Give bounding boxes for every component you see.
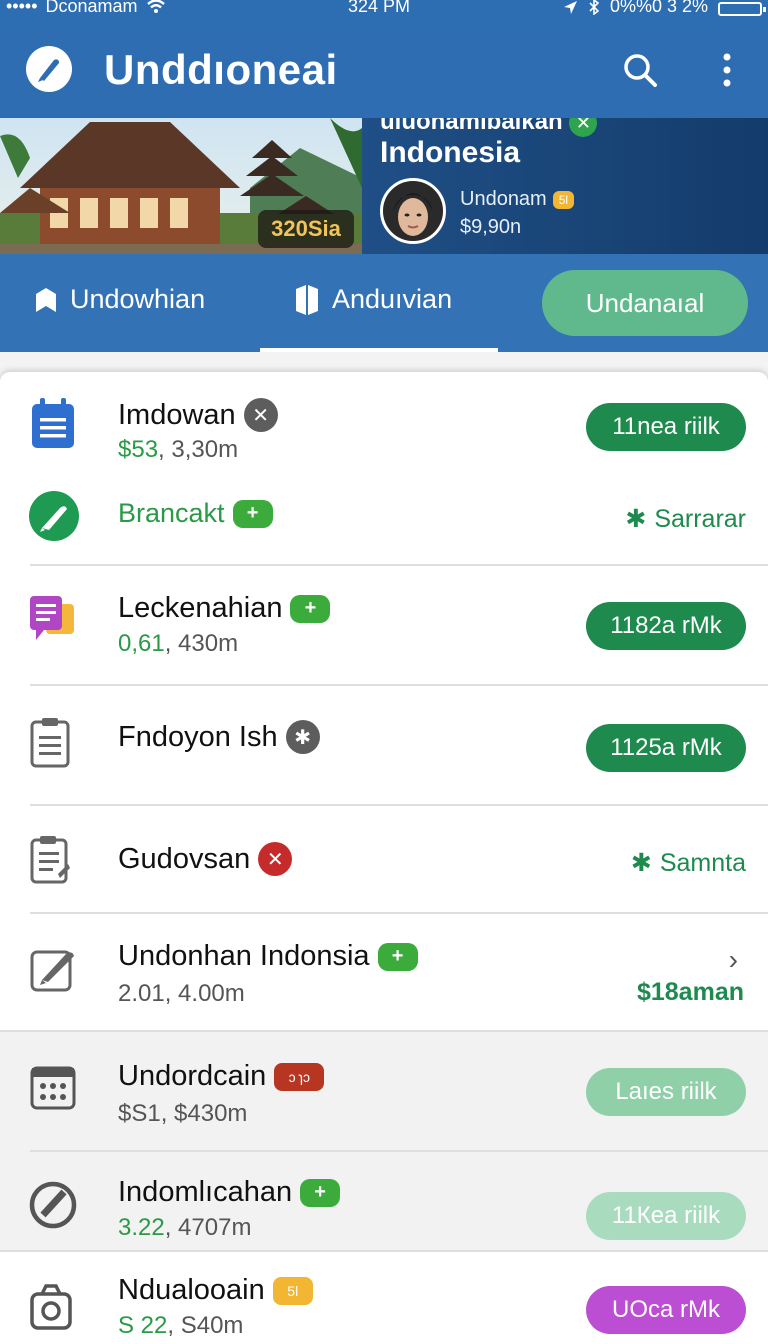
more-options-button[interactable]: [712, 50, 742, 90]
item-status: ✱ Samnta: [630, 848, 746, 878]
document-icon: [28, 716, 82, 770]
banner-title: Indonesia: [380, 136, 521, 169]
carrier-label: Dconamam: [45, 0, 138, 16]
status-time: 324 PM: [348, 0, 411, 16]
bookmark-icon: [36, 287, 56, 312]
item-subtitle: 0,61, 430m: [118, 630, 239, 657]
bluetooth-icon: [589, 0, 600, 15]
edit-icon: [28, 944, 82, 998]
pencil-icon: [28, 490, 82, 544]
tab-selected-indicator: [260, 348, 498, 352]
temple-photo: 320Sia: [0, 118, 362, 254]
item-title: Fndoyon Ish ✱: [118, 720, 320, 754]
item-title: Undordcain ɔ ɿɔ: [118, 1060, 325, 1093]
blocked-icon: [28, 1180, 82, 1234]
list-item[interactable]: Gudovsan ✕ ✱ Samnta: [0, 806, 768, 912]
item-action-button[interactable]: 11nea riilk: [586, 403, 746, 451]
sparkle-icon: ✱: [630, 849, 652, 877]
tab-anduivian[interactable]: Anduıvian: [294, 284, 452, 315]
avatar[interactable]: [380, 178, 446, 244]
remove-icon[interactable]: ✕: [258, 842, 293, 876]
item-title: Imdowan ✕: [118, 398, 278, 432]
item-subtitle: 2.01, 4.00m: [118, 980, 245, 1007]
item-title: Indomlıcahan +: [118, 1176, 341, 1209]
add-icon[interactable]: +: [232, 499, 273, 528]
wifi-icon: [146, 0, 165, 13]
location-icon: [563, 0, 577, 14]
item-action-button[interactable]: UOca rMk: [586, 1286, 746, 1334]
banner-info: uiuonamıbaıkan ✕ Indonesia Undonam 5l $9,…: [362, 118, 768, 254]
remove-icon[interactable]: ✱: [285, 720, 320, 754]
list-item[interactable]: Undordcain ɔ ɿɔ $S1, $430m Laıes riilk: [0, 1032, 768, 1150]
chat-icon: [28, 594, 82, 648]
item-secondary-title: Brancakt +: [118, 498, 273, 529]
tab-undanaial[interactable]: Undanaıal: [542, 270, 748, 336]
item-action-button[interactable]: 11Кea riilk: [586, 1192, 746, 1240]
item-subtitle: $S1, $430m: [118, 1100, 248, 1127]
calendar-grid-icon: [28, 1062, 82, 1116]
tab-undowhian[interactable]: Undowhian: [34, 284, 205, 315]
flag-icon: [296, 284, 318, 315]
more-vertical-icon: [723, 53, 731, 87]
item-subtitle: S 22, S40m: [118, 1312, 244, 1339]
item-title: Undonhan Indonsia +: [118, 940, 418, 973]
item-title: Gudovsan ✕: [118, 842, 293, 876]
add-icon[interactable]: +: [300, 1178, 341, 1207]
item-list: Imdowan ✕ $53, 3,30m 11nea riilk Brancakt…: [0, 372, 768, 1344]
battery-label: 0%%0 3 2%: [609, 0, 708, 16]
item-title: Leckenahian +: [118, 592, 331, 625]
app-logo-icon: [26, 46, 72, 92]
profile-amount: $9,90n: [460, 216, 522, 238]
search-button[interactable]: [620, 50, 660, 90]
app-bar: Unddıoneai: [0, 22, 768, 118]
list-item[interactable]: Ndualooain 5l S 22, S40m UOca rMk: [0, 1252, 768, 1344]
add-icon[interactable]: +: [290, 594, 331, 623]
profile-name: Undonam 5l: [460, 188, 575, 211]
item-action-button[interactable]: 1125a rMk: [586, 724, 746, 772]
item-subtitle: $53, 3,30m: [118, 436, 239, 463]
list-item[interactable]: Fndoyon Ish ✱ 1125a rMk: [0, 686, 768, 804]
list-item[interactable]: Indomlıcahan + 3.22, 4707m 11Кea riilk: [0, 1152, 768, 1252]
sparkle-icon: ✱: [625, 505, 647, 533]
status-badge: ɔ ɿɔ: [274, 1062, 325, 1091]
item-status: ✱ Sarrarar: [625, 504, 746, 534]
verified-icon: ✕: [569, 118, 598, 137]
status-bar: ••••• Dconamam 324 PM 0%%0 3 2%: [0, 0, 768, 22]
hero-banner[interactable]: 320Sia uiuonamıbaıkan ✕ Indonesia Undona…: [0, 118, 768, 254]
battery-icon: [718, 1, 766, 16]
list-item[interactable]: Leckenahian + 0,61, 430m 1182a rMk: [0, 566, 768, 684]
app-title: Unddıoneai: [104, 46, 338, 93]
banner-subtitle: uiuonamıbaıkan ✕: [380, 118, 598, 137]
item-action-button[interactable]: 1182a rMk: [586, 602, 746, 650]
item-action-button[interactable]: Laıes riilk: [586, 1068, 746, 1116]
remove-icon[interactable]: ✕: [243, 398, 278, 432]
tab-bar: Undowhian Anduıvian Undanaıal: [0, 254, 768, 352]
profile-badge: 5l: [552, 190, 575, 209]
item-subtitle: 3.22, 4707m: [118, 1214, 252, 1241]
checklist-icon: [28, 834, 82, 888]
calendar-icon: [28, 398, 82, 452]
status-badge: 5l: [272, 1276, 313, 1305]
search-icon: [624, 54, 657, 87]
camera-icon: [28, 1282, 82, 1336]
chevron-right-icon[interactable]: ›: [729, 944, 738, 976]
item-amount: $18aman: [636, 978, 744, 1006]
signal-icon: •••••: [6, 0, 38, 16]
photo-caption-badge: 320Sia: [258, 210, 354, 248]
item-title: Ndualooain 5l: [118, 1274, 313, 1307]
add-icon[interactable]: +: [377, 942, 418, 971]
list-item[interactable]: Imdowan ✕ $53, 3,30m 11nea riilk Brancakt…: [0, 372, 768, 562]
list-item[interactable]: Undonhan Indonsia + 2.01, 4.00m › $18aman: [0, 914, 768, 1030]
